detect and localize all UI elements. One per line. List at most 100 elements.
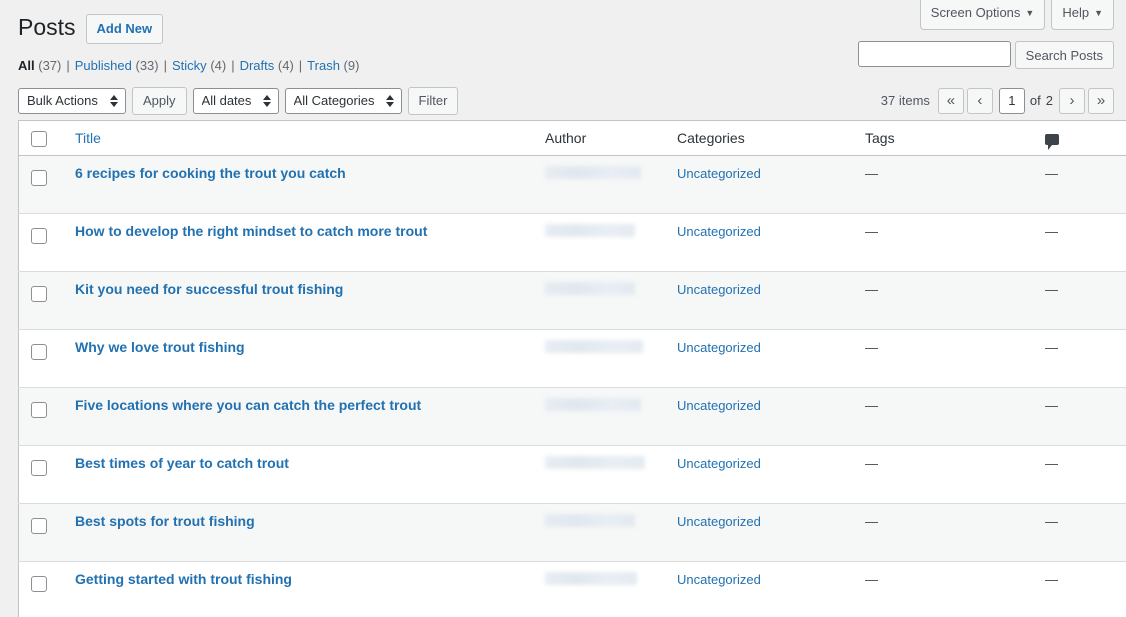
items-count: 37 items	[881, 93, 930, 108]
filter-item-trash[interactable]: Trash (9)	[307, 53, 359, 79]
row-checkbox[interactable]	[31, 402, 47, 418]
category-link[interactable]: Uncategorized	[677, 282, 761, 297]
author-redacted	[545, 514, 635, 527]
category-link[interactable]: Uncategorized	[677, 456, 761, 471]
help-label: Help	[1062, 5, 1089, 20]
post-comments-cell: —	[1035, 446, 1125, 504]
filter-separator: |	[294, 53, 307, 79]
column-header-author: Author	[535, 120, 667, 155]
post-author-cell	[535, 562, 667, 617]
post-tags-cell: —	[855, 214, 1035, 272]
filter-separator: |	[226, 53, 239, 79]
current-page-input[interactable]	[999, 88, 1025, 114]
author-redacted	[545, 166, 641, 179]
post-tags-cell: —	[855, 562, 1035, 617]
bulk-actions-group: Bulk Actions Apply All dates All Categor…	[18, 87, 458, 115]
category-link[interactable]: Uncategorized	[677, 224, 761, 239]
search-box: Search Posts	[858, 41, 1114, 69]
row-checkbox-cell	[19, 214, 66, 272]
search-input[interactable]	[858, 41, 1011, 67]
row-checkbox-cell	[19, 446, 66, 504]
category-link[interactable]: Uncategorized	[677, 398, 761, 413]
table-nav-top: Bulk Actions Apply All dates All Categor…	[18, 85, 1114, 117]
row-checkbox[interactable]	[31, 576, 47, 592]
post-title-link[interactable]: Best times of year to catch trout	[75, 455, 289, 471]
add-new-button[interactable]: Add New	[86, 14, 164, 43]
category-filter-select-wrap: All Categories	[285, 88, 402, 114]
post-title-link[interactable]: How to develop the right mindset to catc…	[75, 223, 427, 239]
select-all-checkbox[interactable]	[31, 131, 47, 147]
page-title: Posts	[18, 9, 76, 43]
post-title-link[interactable]: Why we love trout fishing	[75, 339, 245, 355]
post-title-link[interactable]: Kit you need for successful trout fishin…	[75, 281, 343, 297]
row-checkbox[interactable]	[31, 286, 47, 302]
row-checkbox-cell	[19, 388, 66, 446]
row-checkbox[interactable]	[31, 344, 47, 360]
filter-separator: |	[159, 53, 172, 79]
post-title-cell: Five locations where you can catch the p…	[65, 388, 535, 446]
sort-by-title-link[interactable]: Title	[75, 130, 101, 146]
post-categories-cell: Uncategorized	[667, 388, 855, 446]
post-categories-cell: Uncategorized	[667, 562, 855, 617]
post-title-link[interactable]: Getting started with trout fishing	[75, 571, 292, 587]
filter-item-drafts[interactable]: Drafts (4)	[240, 53, 294, 79]
category-link[interactable]: Uncategorized	[677, 572, 761, 587]
author-redacted	[545, 456, 645, 469]
filter-link-all[interactable]: All	[18, 58, 35, 73]
help-button[interactable]: Help▼	[1051, 0, 1114, 30]
filter-link-sticky[interactable]: Sticky	[172, 58, 207, 73]
filter-link-drafts[interactable]: Drafts	[240, 58, 275, 73]
last-page-button[interactable]: »	[1088, 88, 1114, 114]
next-page-button[interactable]: ›	[1059, 88, 1085, 114]
post-categories-cell: Uncategorized	[667, 446, 855, 504]
table-row: Best times of year to catch trout Uncateg…	[19, 446, 1126, 504]
category-link[interactable]: Uncategorized	[677, 166, 761, 181]
post-title-link[interactable]: Five locations where you can catch the p…	[75, 397, 421, 413]
post-title-cell: 6 recipes for cooking the trout you catc…	[65, 156, 535, 214]
post-title-cell: Best times of year to catch trout	[65, 446, 535, 504]
category-link[interactable]: Uncategorized	[677, 340, 761, 355]
filter-link-published[interactable]: Published	[75, 58, 132, 73]
category-link[interactable]: Uncategorized	[677, 514, 761, 529]
post-tags-cell: —	[855, 504, 1035, 562]
pagination: 37 items « ‹ of 2 › »	[881, 85, 1114, 117]
post-tags-cell: —	[855, 272, 1035, 330]
filter-item-published[interactable]: Published (33)	[75, 53, 159, 79]
post-author-cell	[535, 214, 667, 272]
filter-link-trash[interactable]: Trash	[307, 58, 340, 73]
row-checkbox[interactable]	[31, 460, 47, 476]
author-redacted	[545, 340, 643, 353]
table-head: Title Author Categories Tags Date	[19, 120, 1126, 155]
post-title-link[interactable]: 6 recipes for cooking the trout you catc…	[75, 165, 346, 181]
apply-button[interactable]: Apply	[132, 87, 187, 115]
prev-page-button[interactable]: ‹	[967, 88, 993, 114]
author-redacted	[545, 398, 641, 411]
row-checkbox[interactable]	[31, 170, 47, 186]
post-title-link[interactable]: Best spots for trout fishing	[75, 513, 255, 529]
screen-options-button[interactable]: Screen Options▼	[920, 0, 1046, 30]
post-title-cell: Best spots for trout fishing	[65, 504, 535, 562]
posts-table: Title Author Categories Tags Date 6 reci…	[18, 120, 1126, 617]
row-checkbox[interactable]	[31, 228, 47, 244]
filter-item-all[interactable]: All (37)	[18, 53, 61, 79]
filter-button[interactable]: Filter	[408, 87, 459, 115]
filter-count-trash: (9)	[344, 58, 360, 73]
post-title-cell: Why we love trout fishing	[65, 330, 535, 388]
filter-item-sticky[interactable]: Sticky (4)	[172, 53, 226, 79]
post-author-cell	[535, 272, 667, 330]
author-redacted	[545, 282, 635, 295]
post-comments-cell: —	[1035, 504, 1125, 562]
search-posts-button[interactable]: Search Posts	[1015, 41, 1114, 69]
post-tags-cell: —	[855, 446, 1035, 504]
first-page-button[interactable]: «	[938, 88, 964, 114]
select-all-header	[19, 120, 66, 155]
author-redacted	[545, 224, 635, 237]
row-checkbox-cell	[19, 562, 66, 617]
row-checkbox[interactable]	[31, 518, 47, 534]
date-filter-select[interactable]: All dates	[193, 88, 279, 114]
of-label: of	[1030, 93, 1041, 108]
column-header-title: Title	[65, 120, 535, 155]
category-filter-select[interactable]: All Categories	[285, 88, 402, 114]
post-title-cell: Kit you need for successful trout fishin…	[65, 272, 535, 330]
bulk-actions-select[interactable]: Bulk Actions	[18, 88, 126, 114]
